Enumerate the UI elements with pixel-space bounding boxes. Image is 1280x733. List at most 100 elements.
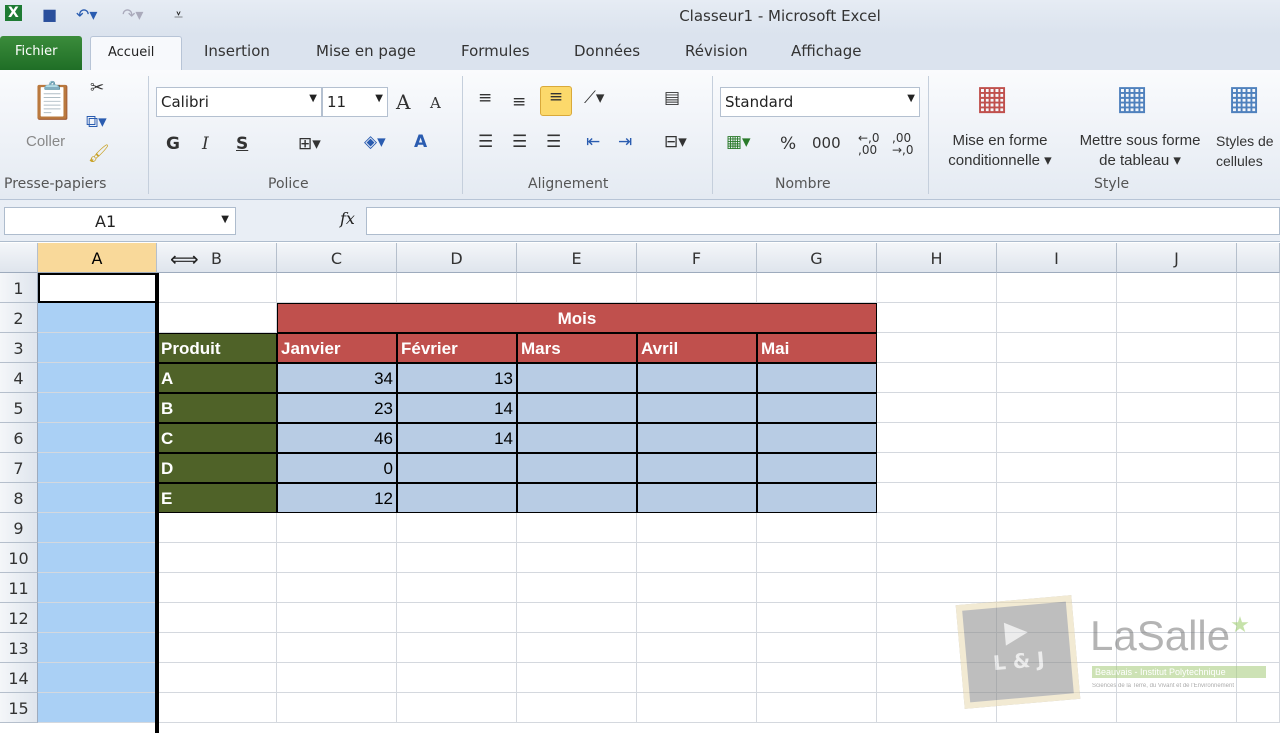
formula-input[interactable] bbox=[366, 207, 1280, 235]
cell-styles-icon[interactable]: ▦ bbox=[1228, 78, 1260, 118]
cell[interactable] bbox=[637, 603, 757, 633]
cell[interactable] bbox=[1117, 453, 1237, 483]
font-color-button[interactable]: A bbox=[414, 132, 427, 152]
data-cell[interactable] bbox=[637, 363, 757, 393]
column-header-c[interactable]: C bbox=[277, 243, 397, 273]
column-header-g[interactable]: G bbox=[757, 243, 877, 273]
cell[interactable] bbox=[397, 573, 517, 603]
row-header-6[interactable]: 6 bbox=[0, 423, 38, 453]
cell[interactable] bbox=[157, 303, 277, 333]
cell[interactable] bbox=[637, 273, 757, 303]
cell[interactable] bbox=[997, 453, 1117, 483]
wrap-text-icon[interactable]: ▤ bbox=[664, 88, 680, 108]
cell[interactable] bbox=[1237, 303, 1280, 333]
cell[interactable] bbox=[1237, 513, 1280, 543]
row-header-10[interactable]: 10 bbox=[0, 543, 38, 573]
cell[interactable] bbox=[1117, 573, 1237, 603]
cell[interactable] bbox=[757, 273, 877, 303]
cell[interactable] bbox=[637, 693, 757, 723]
cell[interactable] bbox=[38, 573, 157, 603]
cell[interactable] bbox=[157, 633, 277, 663]
data-cell[interactable]: 14 bbox=[397, 423, 517, 453]
data-cell[interactable]: 0 bbox=[277, 453, 397, 483]
grow-font-button[interactable]: A bbox=[396, 90, 410, 114]
cell[interactable] bbox=[1117, 513, 1237, 543]
bold-button[interactable]: G bbox=[166, 134, 180, 154]
data-cell[interactable] bbox=[637, 483, 757, 513]
cell[interactable] bbox=[157, 693, 277, 723]
cell[interactable] bbox=[38, 543, 157, 573]
cell[interactable] bbox=[997, 273, 1117, 303]
cell[interactable] bbox=[757, 693, 877, 723]
row-header-3[interactable]: 3 bbox=[0, 333, 38, 363]
cell[interactable] bbox=[1237, 543, 1280, 573]
tab-fichier[interactable]: Fichier bbox=[0, 36, 82, 70]
data-cell[interactable] bbox=[517, 393, 637, 423]
row-header-8[interactable]: 8 bbox=[0, 483, 38, 513]
cell[interactable] bbox=[38, 393, 157, 423]
cell[interactable] bbox=[637, 573, 757, 603]
cell[interactable] bbox=[1237, 693, 1280, 723]
align-middle-icon[interactable]: ≡ bbox=[512, 92, 526, 112]
format-as-table-icon[interactable]: ▦ bbox=[1116, 78, 1148, 118]
cell[interactable] bbox=[1117, 693, 1237, 723]
data-cell[interactable]: 46 bbox=[277, 423, 397, 453]
align-bottom-icon[interactable]: ≡ bbox=[540, 86, 572, 116]
cell[interactable] bbox=[877, 543, 997, 573]
conditional-format-icon[interactable]: ▦ bbox=[976, 78, 1008, 118]
format-as-table-button[interactable]: Mettre sous forme de tableau ▾ bbox=[1068, 131, 1212, 171]
data-cell[interactable] bbox=[517, 483, 637, 513]
paste-button[interactable]: Coller bbox=[26, 132, 65, 152]
cell[interactable] bbox=[38, 513, 157, 543]
cell[interactable] bbox=[277, 513, 397, 543]
data-cell[interactable]: 12 bbox=[277, 483, 397, 513]
cell[interactable] bbox=[38, 603, 157, 633]
cell[interactable] bbox=[1117, 423, 1237, 453]
column-header-k[interactable] bbox=[1237, 243, 1280, 273]
tab-insertion[interactable]: Insertion bbox=[204, 42, 270, 60]
cell[interactable] bbox=[1117, 393, 1237, 423]
cell[interactable] bbox=[877, 393, 997, 423]
cell[interactable] bbox=[38, 303, 157, 333]
cell[interactable] bbox=[277, 543, 397, 573]
shrink-font-button[interactable]: A bbox=[430, 94, 441, 112]
active-cell-a1[interactable] bbox=[38, 273, 157, 303]
cell[interactable] bbox=[757, 663, 877, 693]
cell[interactable] bbox=[38, 453, 157, 483]
decrease-indent-icon[interactable]: ⇤ bbox=[586, 132, 600, 152]
cell[interactable] bbox=[517, 633, 637, 663]
cell[interactable] bbox=[277, 633, 397, 663]
cell[interactable] bbox=[397, 273, 517, 303]
cell-styles-button[interactable]: Styles de cellules bbox=[1216, 131, 1278, 171]
thousands-button[interactable]: 000 bbox=[812, 134, 841, 152]
cell[interactable] bbox=[38, 663, 157, 693]
cell[interactable] bbox=[877, 363, 997, 393]
align-top-icon[interactable]: ≡ bbox=[478, 88, 492, 108]
cell[interactable] bbox=[757, 573, 877, 603]
cell[interactable] bbox=[877, 453, 997, 483]
column-header-f[interactable]: F bbox=[637, 243, 757, 273]
data-cell[interactable]: 13 bbox=[397, 363, 517, 393]
font-name-select[interactable]: Calibri ▼ bbox=[156, 87, 322, 117]
cell[interactable] bbox=[277, 663, 397, 693]
cell[interactable] bbox=[38, 333, 157, 363]
cell[interactable] bbox=[157, 603, 277, 633]
cell[interactable] bbox=[397, 513, 517, 543]
cell[interactable] bbox=[1117, 483, 1237, 513]
tab-revision[interactable]: Révision bbox=[685, 42, 748, 60]
orientation-icon[interactable]: ⟋▾ bbox=[584, 88, 604, 108]
data-cell[interactable] bbox=[757, 363, 877, 393]
cell[interactable] bbox=[877, 423, 997, 453]
cell[interactable] bbox=[1117, 363, 1237, 393]
cell[interactable] bbox=[757, 603, 877, 633]
insert-function-button[interactable]: fx bbox=[340, 209, 355, 228]
data-cell[interactable]: 34 bbox=[277, 363, 397, 393]
cell[interactable] bbox=[517, 543, 637, 573]
cell[interactable] bbox=[517, 663, 637, 693]
cell[interactable] bbox=[397, 693, 517, 723]
row-header-7[interactable]: 7 bbox=[0, 453, 38, 483]
cell[interactable] bbox=[637, 633, 757, 663]
row-header-4[interactable]: 4 bbox=[0, 363, 38, 393]
data-cell[interactable] bbox=[757, 393, 877, 423]
cell[interactable] bbox=[757, 513, 877, 543]
